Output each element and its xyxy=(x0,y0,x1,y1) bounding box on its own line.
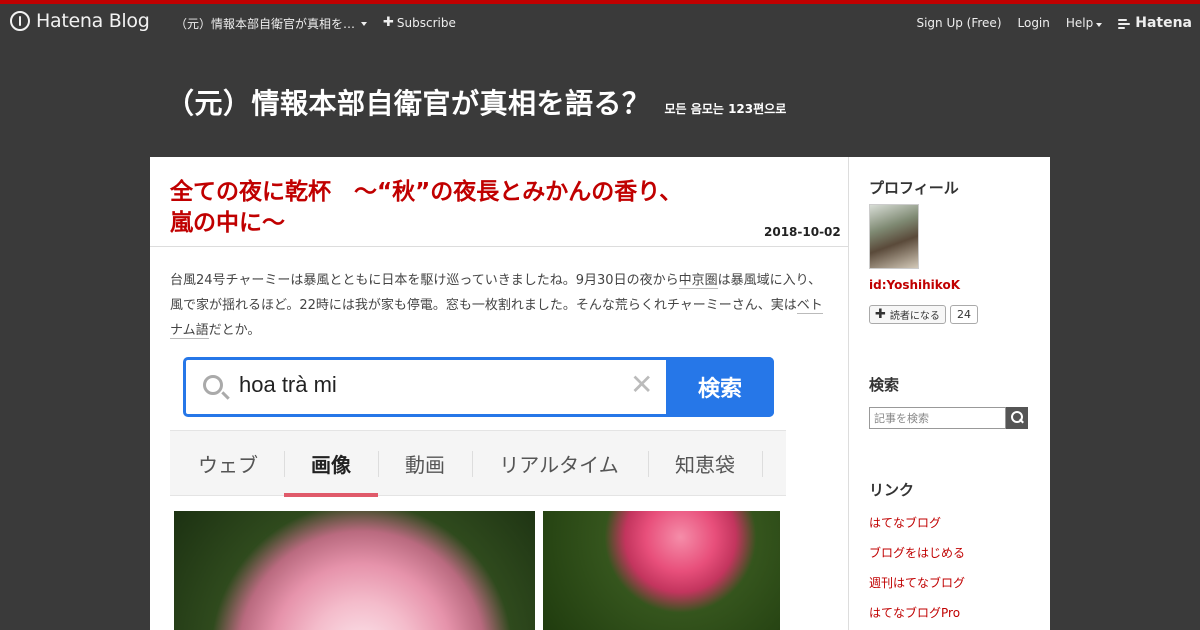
tab-separator xyxy=(472,451,473,477)
search-button[interactable] xyxy=(1006,407,1028,429)
user-id-link[interactable]: id:YoshihikoK xyxy=(869,278,960,292)
screenshot-search-button: 検索 xyxy=(666,357,774,417)
link-weekly-hatena-blog[interactable]: 週刊はてなブログ xyxy=(869,574,965,591)
screenshot-query: hoa trà mi xyxy=(239,372,337,397)
header-right-nav: Sign Up (Free) Login Help Hatena xyxy=(900,15,1200,31)
tab-separator xyxy=(762,451,763,477)
entry-title-line1: 全ての夜に乾杯 〜“秋”の夜長とみかんの香り、 xyxy=(170,179,683,205)
logo-text: Hatena Blog xyxy=(36,10,150,32)
hatena-mark-icon xyxy=(1118,18,1132,29)
become-reader-button[interactable]: ✚ 読者になる xyxy=(869,305,946,324)
help-dropdown[interactable]: Help xyxy=(1065,16,1103,30)
close-icon: ✕ xyxy=(630,368,654,401)
blog-description: 모든 음모는 123편으로 xyxy=(664,102,787,116)
search-input[interactable] xyxy=(869,407,1006,429)
profile-heading: プロフィール xyxy=(869,179,959,197)
global-header: Hatena Blog （元）情報本部自衛官が真相を… ✚ Subscribe … xyxy=(0,4,1200,42)
body-text-3: だとか。 xyxy=(208,323,261,338)
reader-count-badge[interactable]: 24 xyxy=(950,305,978,324)
links-heading: リンク xyxy=(869,481,915,499)
entry-title[interactable]: 全ての夜に乾杯 〜“秋”の夜長とみかんの香り、 嵐の中に〜 xyxy=(170,177,770,239)
screenshot-tab-video: 動画 xyxy=(405,452,445,477)
login-link[interactable]: Login xyxy=(1018,16,1050,30)
signup-link[interactable]: Sign Up (Free) xyxy=(916,16,1001,30)
screenshot-tab-chiebukuro: 知恵袋 xyxy=(675,452,735,477)
entry-body-text: 台風24号チャーミーは暴風とともに日本を駆け巡っていきましたね。9月30日の夜か… xyxy=(170,268,830,343)
link-hatena-blog-pro[interactable]: はてなブログPro xyxy=(869,604,960,621)
hatena-label: Hatena xyxy=(1135,15,1192,31)
help-label: Help xyxy=(1065,16,1094,30)
screenshot-tabs: ウェブ 画像 動画 リアルタイム 知恵袋 xyxy=(170,430,786,497)
entry-divider xyxy=(150,246,849,247)
keyword-link-chukyo[interactable]: 中京圏 xyxy=(678,273,718,289)
screenshot-search-box: hoa trà mi ✕ 検索 xyxy=(183,357,774,417)
plus-icon: ✚ xyxy=(383,15,394,30)
entry-title-line2: 嵐の中に〜 xyxy=(170,210,285,236)
subscribe-label: Subscribe xyxy=(396,15,456,30)
reader-button-label: 読者になる xyxy=(889,311,940,322)
body-text-1: 台風24号チャーミーは暴風とともに日本を駆け巡っていきましたね。9月30日の夜か… xyxy=(170,273,679,288)
tab-separator xyxy=(378,451,379,477)
search-icon xyxy=(203,375,223,395)
embedded-search-screenshot: hoa trà mi ✕ 検索 ウェブ 画像 動画 リアルタイム 知恵袋 xyxy=(170,353,787,630)
sidebar: プロフィール id:YoshihikoK ✚ 読者になる 24 検索 リンク は… xyxy=(869,157,1050,630)
content-area: 全ての夜に乾杯 〜“秋”の夜長とみかんの香り、 嵐の中に〜 2018-10-02… xyxy=(150,157,1050,630)
camellia-photo-pink xyxy=(174,511,535,630)
link-hatena-blog[interactable]: はてなブログ xyxy=(869,514,941,531)
plus-icon: ✚ xyxy=(875,307,886,322)
sidebar-search xyxy=(869,407,1028,429)
avatar[interactable] xyxy=(869,204,919,269)
hatena-blog-logo[interactable]: Hatena Blog xyxy=(10,10,150,32)
search-heading: 検索 xyxy=(869,376,900,394)
screenshot-tab-images: 画像 xyxy=(284,431,378,497)
tab-separator xyxy=(648,451,649,477)
screenshot-tab-web: ウェブ xyxy=(198,452,258,477)
blog-name-label: （元）情報本部自衛官が真相を… xyxy=(175,17,356,31)
hatena-blog-logo-icon xyxy=(10,11,30,31)
camellia-photo-red xyxy=(543,511,780,630)
blog-name-dropdown[interactable]: （元）情報本部自衛官が真相を… xyxy=(175,15,368,32)
link-start-blog[interactable]: ブログをはじめる xyxy=(869,544,965,561)
screenshot-tab-realtime: リアルタイム xyxy=(499,452,619,477)
subscribe-button[interactable]: ✚ Subscribe xyxy=(383,15,456,30)
blog-title-area: （元）情報本部自衛官が真相を語る？ 모든 음모는 123편으로 xyxy=(166,82,786,122)
main-column: 全ての夜に乾杯 〜“秋”の夜長とみかんの香り、 嵐の中に〜 2018-10-02… xyxy=(150,157,849,630)
blog-title[interactable]: （元）情報本部自衛官が真相を語る？ xyxy=(166,82,651,122)
chevron-down-icon xyxy=(1096,23,1103,27)
hatena-logo-link[interactable]: Hatena xyxy=(1118,15,1192,31)
entry-date[interactable]: 2018-10-02 xyxy=(764,225,841,239)
chevron-down-icon xyxy=(361,21,368,26)
